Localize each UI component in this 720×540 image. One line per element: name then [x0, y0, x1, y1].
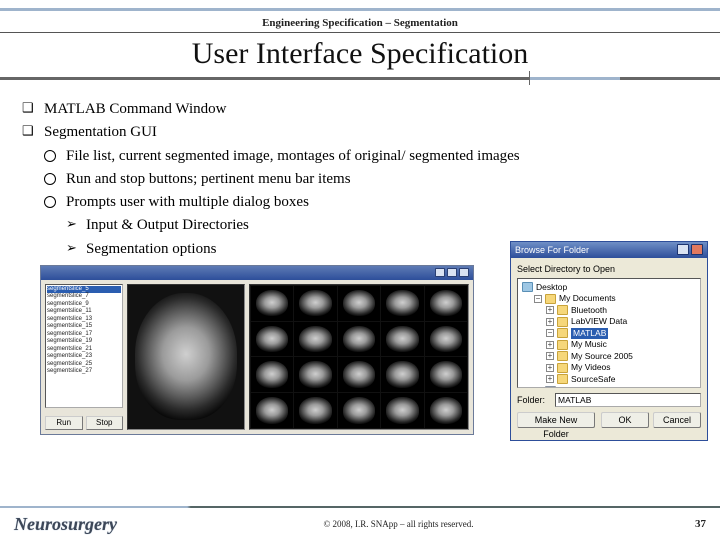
expand-icon[interactable]: +	[546, 306, 554, 314]
list-item[interactable]: segmentslice_15	[47, 323, 121, 331]
run-button[interactable]: Run	[45, 416, 83, 430]
collapse-icon[interactable]: −	[546, 329, 554, 337]
tree-node: +SourceSafe	[522, 374, 696, 385]
tree-node: +Bluetooth	[522, 305, 696, 316]
slide-header: Engineering Specification – Segmentation…	[0, 0, 720, 80]
list-item[interactable]: segmentslice_17	[47, 331, 121, 339]
stop-button[interactable]: Stop	[86, 416, 124, 430]
folder-icon	[557, 363, 568, 373]
montage-grid	[249, 284, 469, 430]
folder-icon	[545, 294, 556, 304]
page-number: 37	[680, 518, 706, 530]
gui-titlebar	[41, 266, 473, 280]
close-icon[interactable]	[691, 244, 703, 255]
folder-tree[interactable]: Desktop −My Documents +Bluetooth +LabVIE…	[517, 278, 701, 388]
sub-bullet-item: Run and stop buttons; pertinent menu bar…	[44, 168, 698, 191]
sub-bullet-item: File list, current segmented image, mont…	[44, 145, 698, 168]
list-item[interactable]: segmentslice_11	[47, 308, 121, 316]
list-item[interactable]: segmentslice_9	[47, 301, 121, 309]
folder-field[interactable]: MATLAB	[555, 393, 701, 407]
folder-icon	[557, 317, 568, 327]
tree-node: +LabVIEW Data	[522, 316, 696, 327]
folder-icon	[557, 305, 568, 315]
close-icon[interactable]	[459, 268, 469, 277]
expand-icon[interactable]: +	[546, 364, 554, 372]
help-icon[interactable]	[677, 244, 689, 255]
expand-icon[interactable]: +	[546, 375, 554, 383]
list-item[interactable]: segmentslice_27	[47, 368, 121, 376]
list-item[interactable]: segmentslice_5	[47, 286, 121, 294]
bullet-content: MATLAB Command Window Segmentation GUI F…	[0, 98, 720, 261]
list-item[interactable]: segmentslice_13	[47, 316, 121, 324]
maximize-icon[interactable]	[447, 268, 457, 277]
expand-icon[interactable]: +	[546, 352, 554, 360]
tree-node: +My Videos	[522, 362, 696, 373]
list-item[interactable]: segmentslice_19	[47, 338, 121, 346]
folder-icon	[557, 328, 568, 338]
expand-icon[interactable]: +	[546, 318, 554, 326]
tri-bullet-item: Input & Output Directories	[66, 214, 698, 237]
file-listbox[interactable]: segmentslice_5 segmentslice_7 segmentsli…	[45, 284, 123, 408]
make-new-folder-button[interactable]: Make New Folder	[517, 412, 595, 428]
desktop-icon	[522, 282, 533, 292]
page-title: User Interface Specification	[0, 33, 720, 77]
minimize-icon[interactable]	[435, 268, 445, 277]
brain-slice-icon	[135, 293, 237, 420]
list-item[interactable]: segmentslice_7	[47, 293, 121, 301]
title-rule	[0, 77, 720, 80]
list-item[interactable]: segmentslice_23	[47, 353, 121, 361]
bullet-item: MATLAB Command Window	[22, 98, 698, 121]
logo: Neurosurgery	[14, 514, 117, 535]
slide-footer: Neurosurgery © 2008, I.R. SNApp – all ri…	[0, 506, 720, 540]
collapse-icon[interactable]: −	[534, 295, 542, 303]
current-segmented-image	[127, 284, 245, 430]
folder-icon	[557, 374, 568, 384]
expand-icon[interactable]: +	[546, 341, 554, 349]
folder-icon	[557, 340, 568, 350]
sub-bullet-item: Prompts user with multiple dialog boxes	[44, 191, 698, 214]
dialog-titlebar: Browse For Folder	[511, 242, 707, 258]
ok-button[interactable]: OK	[601, 412, 649, 428]
bullet-item: Segmentation GUI	[22, 121, 698, 144]
tree-node: +My Source 2005	[522, 351, 696, 362]
tree-node: Desktop	[522, 282, 696, 293]
folder-icon	[557, 351, 568, 361]
tree-node: −My Documents	[522, 293, 696, 304]
dialog-title: Browse For Folder	[515, 245, 589, 255]
segmentation-gui-window: segmentslice_5 segmentslice_7 segmentsli…	[40, 265, 474, 435]
list-item[interactable]: segmentslice_21	[47, 346, 121, 354]
tree-node: +My Music	[522, 339, 696, 350]
tree-node: −MATLAB	[522, 328, 696, 339]
copyright: © 2008, I.R. SNApp – all rights reserved…	[323, 519, 473, 529]
dialog-prompt: Select Directory to Open	[517, 264, 701, 278]
browse-folder-dialog: Browse For Folder Select Directory to Op…	[510, 241, 708, 441]
kicker-text: Engineering Specification – Segmentation	[0, 11, 720, 32]
folder-field-label: Folder:	[517, 395, 551, 405]
list-item[interactable]: segmentslice_25	[47, 361, 121, 369]
cancel-button[interactable]: Cancel	[653, 412, 701, 428]
